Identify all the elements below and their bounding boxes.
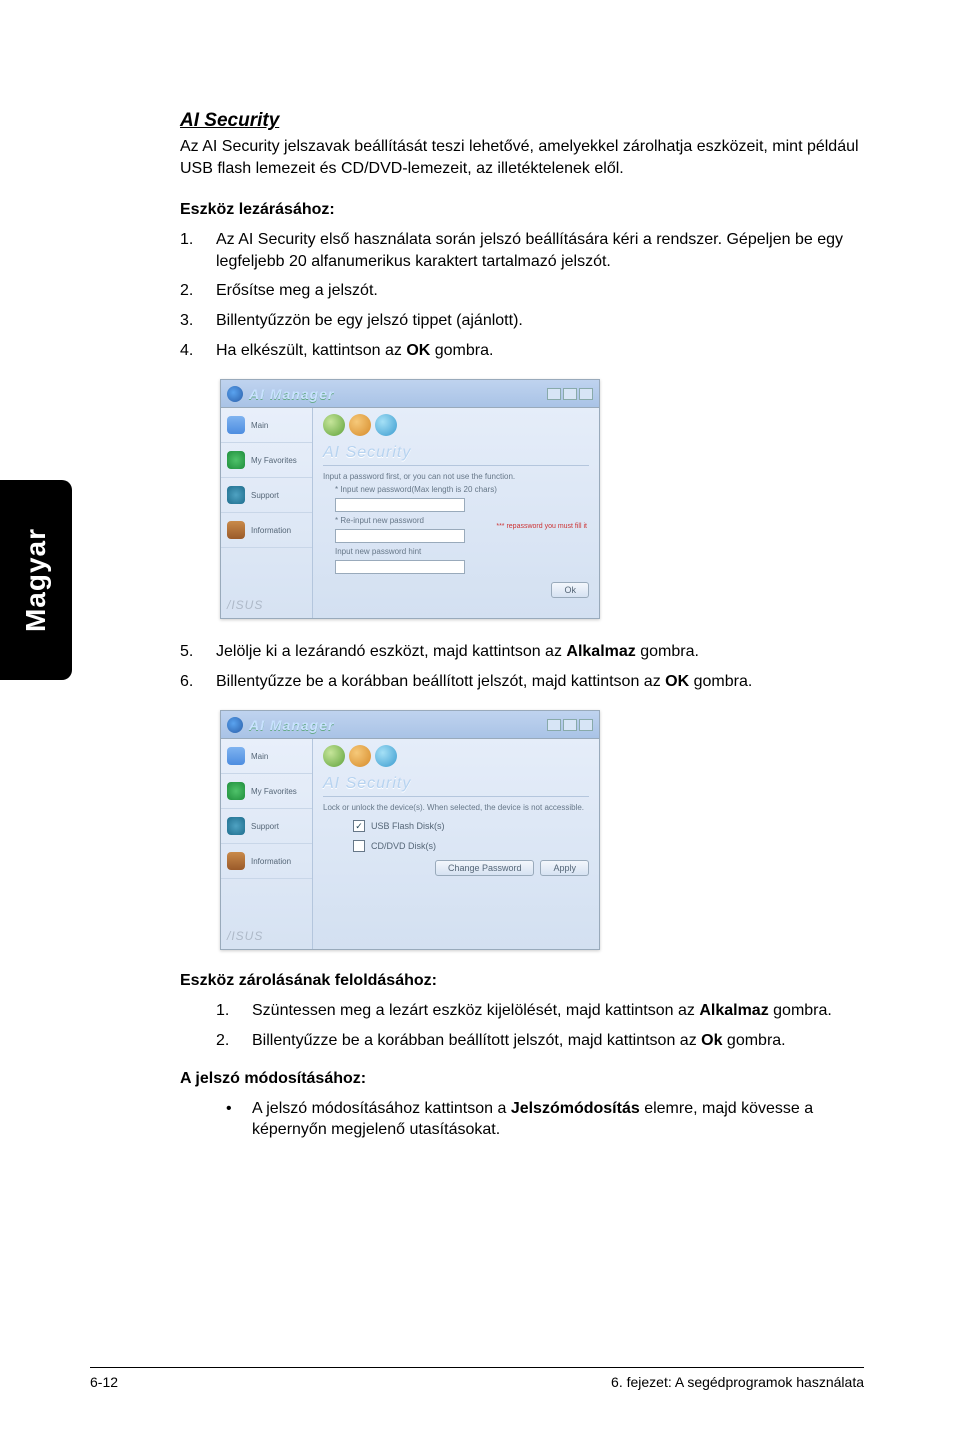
close-icon[interactable] (579, 388, 593, 400)
step-text: Jelölje ki a lezárandó eszközt, majd kat… (216, 641, 699, 663)
sidebar-item-support[interactable]: Support (221, 478, 312, 513)
asus-brand: /ISUS (221, 923, 312, 949)
step-text: Ha elkészült, kattintson az OK gombra. (216, 340, 493, 362)
orb-icon[interactable] (349, 745, 371, 767)
orb-icon[interactable] (375, 745, 397, 767)
minimize-icon[interactable] (547, 719, 561, 731)
ok-button[interactable]: Ok (551, 582, 589, 598)
field-label: Input new password hint (335, 547, 589, 556)
step-text: Billentyűzzön be egy jelszó tippet (aján… (216, 310, 523, 332)
favorites-icon (227, 451, 245, 469)
main-panel: AI Security Input a password first, or y… (313, 408, 599, 618)
password-input[interactable] (335, 498, 465, 512)
sidebar-item-information[interactable]: Information (221, 844, 312, 879)
usb-checkbox-row[interactable]: ✓ USB Flash Disk(s) (353, 820, 589, 832)
checkbox-checked-icon[interactable]: ✓ (353, 820, 365, 832)
orb-icon[interactable] (323, 414, 345, 436)
lock-steps-1: 1.Az AI Security első használata során j… (180, 229, 864, 361)
screenshot-ai-security-lock: AI Manager Main My Favorites Support Inf… (220, 710, 600, 950)
checkbox-icon[interactable] (353, 840, 365, 852)
bullet-text: A jelszó módosításához kattintson a Jels… (252, 1098, 864, 1141)
window-titlebar: AI Manager (221, 711, 599, 739)
warning-text: *** repassword you must fill it (496, 523, 587, 530)
asus-brand: /ISUS (221, 592, 312, 618)
toolbar-orbs (323, 745, 589, 767)
info-icon (227, 521, 245, 539)
step-text: Szüntessen meg a lezárt eszköz kijelölés… (252, 1000, 832, 1022)
support-icon (227, 817, 245, 835)
favorites-icon (227, 782, 245, 800)
info-icon (227, 852, 245, 870)
step-text: Az AI Security első használata során jel… (216, 229, 864, 272)
sidebar-item-favorites[interactable]: My Favorites (221, 774, 312, 809)
window-title: AI Manager (249, 386, 334, 402)
hint-text: Input a password first, or you can not u… (323, 472, 589, 481)
page-number: 6-12 (90, 1374, 118, 1390)
sidebar-item-information[interactable]: Information (221, 513, 312, 548)
close-icon[interactable] (579, 719, 593, 731)
toolbar-orbs (323, 414, 589, 436)
sidebar-item-support[interactable]: Support (221, 809, 312, 844)
page-content: AI Security Az AI Security jelszavak beá… (0, 0, 954, 1438)
step-text: Erősítse meg a jelszót. (216, 280, 378, 302)
change-heading: A jelszó módosításához: (180, 1070, 864, 1088)
panel-title: AI Security (323, 775, 589, 797)
hint-text: Lock or unlock the device(s). When selec… (323, 803, 589, 812)
repassword-input[interactable] (335, 529, 465, 543)
window-buttons (547, 719, 593, 731)
panel-title: AI Security (323, 444, 589, 466)
minimize-icon[interactable] (547, 388, 561, 400)
main-panel: AI Security Lock or unlock the device(s)… (313, 739, 599, 949)
cddvd-checkbox-row[interactable]: CD/DVD Disk(s) (353, 840, 589, 852)
step-text: Billentyűzze be a korábban beállított je… (216, 671, 752, 693)
sidebar-item-favorites[interactable]: My Favorites (221, 443, 312, 478)
app-logo-icon (227, 717, 243, 733)
support-icon (227, 486, 245, 504)
checkbox-label: CD/DVD Disk(s) (371, 841, 436, 851)
checkbox-label: USB Flash Disk(s) (371, 821, 445, 831)
window-buttons (547, 388, 593, 400)
section-title: AI Security (180, 110, 864, 132)
orb-icon[interactable] (375, 414, 397, 436)
orb-icon[interactable] (323, 745, 345, 767)
window-title: AI Manager (249, 717, 334, 733)
step-text: Billentyűzze be a korábban beállított je… (252, 1030, 786, 1052)
unlock-steps: 1.Szüntessen meg a lezárt eszköz kijelöl… (216, 1000, 864, 1051)
maximize-icon[interactable] (563, 719, 577, 731)
orb-icon[interactable] (349, 414, 371, 436)
screenshot-ai-security-setup: AI Manager Main My Favorites Support Inf… (220, 379, 600, 619)
window-titlebar: AI Manager (221, 380, 599, 408)
lock-heading: Eszköz lezárásához: (180, 201, 864, 219)
main-icon (227, 416, 245, 434)
apply-button[interactable]: Apply (540, 860, 589, 876)
sidebar-item-main[interactable]: Main (221, 408, 312, 443)
sidebar: Main My Favorites Support Information /I… (221, 739, 313, 949)
field-label: * Input new password(Max length is 20 ch… (335, 485, 589, 494)
unlock-heading: Eszköz zárolásának feloldásához: (180, 972, 864, 990)
sidebar-item-main[interactable]: Main (221, 739, 312, 774)
page-footer: 6-12 6. fejezet: A segédprogramok haszná… (90, 1367, 864, 1390)
hint-input[interactable] (335, 560, 465, 574)
change-password-button[interactable]: Change Password (435, 860, 535, 876)
sidebar: Main My Favorites Support Information /I… (221, 408, 313, 618)
change-bullet-list: •A jelszó módosításához kattintson a Jel… (216, 1098, 864, 1141)
chapter-label: 6. fejezet: A segédprogramok használata (611, 1374, 864, 1390)
app-logo-icon (227, 386, 243, 402)
maximize-icon[interactable] (563, 388, 577, 400)
lock-steps-2: 5.Jelölje ki a lezárandó eszközt, majd k… (180, 641, 864, 692)
main-icon (227, 747, 245, 765)
intro-paragraph: Az AI Security jelszavak beállítását tes… (180, 136, 864, 179)
